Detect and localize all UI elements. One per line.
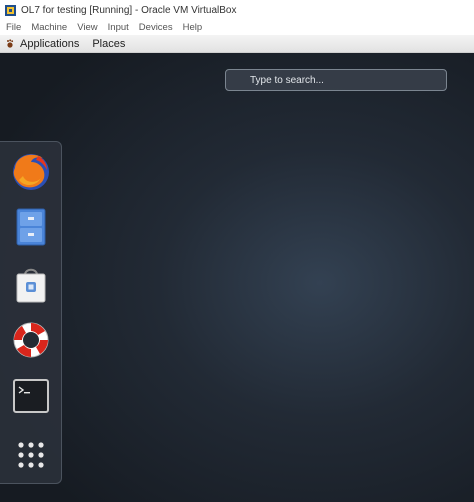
window-titlebar: OL7 for testing [Running] - Oracle VM Vi… [0,0,474,20]
dash-item-show-applications[interactable] [9,433,53,477]
dash [0,141,62,484]
guest-topbar: Applications Places [0,35,474,53]
menu-input[interactable]: Input [108,22,129,33]
desktop-overview: Type to search... [0,53,474,502]
applications-menu[interactable]: Applications [20,38,79,50]
file-cabinet-icon [16,208,46,246]
lifebuoy-icon [13,322,49,358]
menu-devices[interactable]: Devices [139,22,173,33]
firefox-icon [13,154,49,190]
menu-view[interactable]: View [77,22,97,33]
menu-help[interactable]: Help [183,22,203,33]
dash-item-terminal[interactable] [9,374,53,418]
search-placeholder: Type to search... [250,74,324,86]
shopping-bag-icon [16,268,46,303]
virtualbox-icon [4,4,17,17]
host-menubar: File Machine View Input Devices Help [0,20,474,35]
window-title: OL7 for testing [Running] - Oracle VM Vi… [21,4,237,16]
menu-machine[interactable]: Machine [31,22,67,33]
terminal-icon [13,379,49,413]
gnome-foot-icon [6,39,14,48]
dash-item-firefox[interactable] [9,149,53,193]
places-menu[interactable]: Places [92,38,125,50]
app-grid-icon [18,442,44,468]
dash-item-files[interactable] [9,205,53,249]
menu-file[interactable]: File [6,22,21,33]
dash-item-software[interactable] [9,262,53,306]
search-input[interactable]: Type to search... [225,69,447,91]
dash-item-help[interactable] [9,318,53,362]
